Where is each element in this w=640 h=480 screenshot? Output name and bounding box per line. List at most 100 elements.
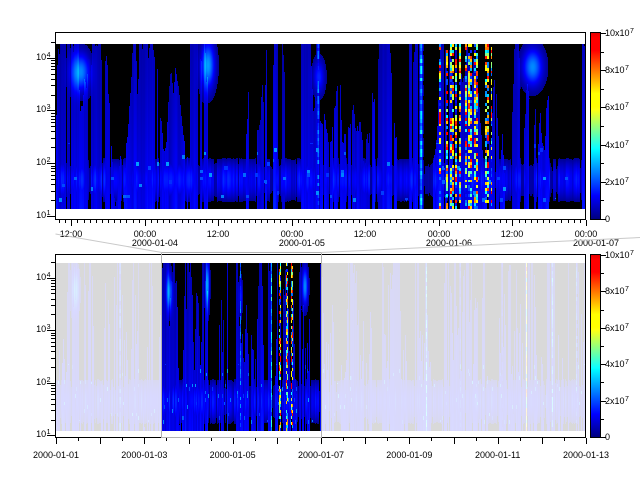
x-minor-tick bbox=[175, 220, 176, 223]
x-minor-tick bbox=[390, 220, 391, 223]
x-minor-tick bbox=[255, 220, 256, 223]
colorbar-tick-label: 6x107 bbox=[605, 102, 628, 114]
x-minor-tick bbox=[249, 220, 250, 223]
x-minor-tick bbox=[274, 220, 275, 223]
x-minor-tick bbox=[341, 220, 342, 223]
x-minor-tick bbox=[323, 220, 324, 223]
x-minor-tick bbox=[427, 220, 428, 223]
y-tick-label: 101 bbox=[36, 429, 50, 441]
exponent: 7 bbox=[625, 286, 629, 293]
x-major-tick bbox=[454, 438, 455, 444]
x-minor-tick bbox=[316, 220, 317, 223]
x-minor-tick bbox=[65, 220, 66, 223]
exponent: 7 bbox=[625, 65, 629, 72]
x-minor-tick bbox=[431, 438, 432, 441]
x-minor-tick bbox=[555, 220, 556, 223]
x-major-tick bbox=[145, 220, 146, 226]
x-minor-tick bbox=[476, 438, 477, 441]
overview-colorbar bbox=[591, 255, 600, 437]
x-minor-tick bbox=[151, 220, 152, 223]
y-minor-tick bbox=[51, 385, 55, 386]
y-minor-tick bbox=[51, 333, 55, 334]
x-minor-tick bbox=[457, 220, 458, 223]
y-minor-tick bbox=[51, 351, 55, 352]
y-tick-label: 104 bbox=[36, 52, 50, 64]
exponent: 7 bbox=[630, 250, 634, 257]
y-minor-tick bbox=[51, 42, 55, 43]
x-minor-tick bbox=[463, 220, 464, 223]
x-minor-tick bbox=[414, 220, 415, 223]
x-major-tick bbox=[498, 438, 499, 444]
y-minor-tick bbox=[51, 175, 55, 176]
y-minor-tick bbox=[51, 289, 55, 290]
time-tick-label: 12:00 bbox=[60, 229, 83, 239]
date-tick-label: 2000-01-03 bbox=[121, 450, 167, 460]
exponent: 2 bbox=[47, 377, 51, 384]
y-minor-tick bbox=[51, 126, 55, 127]
x-minor-tick bbox=[200, 220, 201, 223]
y-minor-tick bbox=[51, 293, 55, 294]
colorbar-tick-label: 8x107 bbox=[605, 286, 628, 298]
x-minor-tick bbox=[157, 220, 158, 223]
y-minor-tick bbox=[51, 367, 55, 368]
x-minor-tick bbox=[396, 220, 397, 223]
date-tick-label: 2000-01-05 bbox=[210, 450, 256, 460]
date-tick-label: 2000-01-05 bbox=[279, 238, 325, 248]
y-minor-tick bbox=[51, 358, 55, 359]
y-minor-tick bbox=[51, 116, 55, 117]
colorbar-minor-tick bbox=[601, 273, 604, 274]
x-minor-tick bbox=[310, 220, 311, 223]
date-tick-label: 2000-01-09 bbox=[386, 450, 432, 460]
y-tick-label: 101 bbox=[36, 210, 50, 222]
x-minor-tick bbox=[194, 220, 195, 223]
date-tick-label: 2000-01-13 bbox=[563, 450, 609, 460]
y-minor-tick bbox=[51, 335, 55, 336]
colorbar-minor-tick bbox=[601, 52, 604, 53]
x-minor-tick bbox=[564, 438, 565, 441]
x-minor-tick bbox=[329, 220, 330, 223]
y-minor-tick bbox=[51, 184, 55, 185]
x-major-tick bbox=[218, 220, 219, 226]
date-tick-label: 2000-01-11 bbox=[475, 450, 520, 460]
x-minor-tick bbox=[402, 220, 403, 223]
y-minor-tick bbox=[51, 191, 55, 192]
x-minor-tick bbox=[255, 438, 256, 441]
colorbar-minor-tick bbox=[601, 419, 604, 420]
exponent: 1 bbox=[47, 429, 51, 436]
exponent: 3 bbox=[47, 104, 51, 111]
y-minor-tick bbox=[51, 119, 55, 120]
x-minor-tick bbox=[139, 220, 140, 223]
y-minor-tick bbox=[51, 283, 55, 284]
x-minor-tick bbox=[299, 438, 300, 441]
colorbar-tick-label: 10x107 bbox=[605, 250, 633, 262]
detail-colorbar bbox=[591, 33, 600, 219]
x-major-tick bbox=[100, 438, 101, 444]
x-minor-tick bbox=[102, 220, 103, 223]
x-minor-tick bbox=[243, 220, 244, 223]
x-major-tick bbox=[542, 438, 543, 444]
exponent: 4 bbox=[47, 52, 51, 59]
exponent: 7 bbox=[625, 140, 629, 147]
x-minor-tick bbox=[543, 220, 544, 223]
x-minor-tick bbox=[166, 438, 167, 441]
exponent: 1 bbox=[47, 210, 51, 217]
time-tick-label: 12:00 bbox=[354, 229, 377, 239]
x-minor-tick bbox=[133, 220, 134, 223]
y-minor-tick bbox=[51, 166, 55, 167]
exponent: 4 bbox=[47, 272, 51, 279]
x-minor-tick bbox=[482, 220, 483, 223]
y-tick-label: 102 bbox=[36, 377, 50, 389]
y-minor-tick bbox=[51, 179, 55, 180]
y-minor-tick bbox=[51, 60, 55, 61]
y-minor-tick bbox=[51, 138, 55, 139]
x-minor-tick bbox=[84, 220, 85, 223]
x-minor-tick bbox=[188, 220, 189, 223]
x-minor-tick bbox=[451, 220, 452, 223]
selection-box[interactable] bbox=[161, 252, 322, 438]
x-minor-tick bbox=[470, 220, 471, 223]
detail-plot-frame bbox=[55, 32, 586, 220]
x-major-tick bbox=[277, 438, 278, 444]
x-major-tick bbox=[409, 438, 410, 444]
colorbar-tick-label: 0 bbox=[605, 432, 610, 442]
colorbar-minor-tick bbox=[601, 163, 604, 164]
